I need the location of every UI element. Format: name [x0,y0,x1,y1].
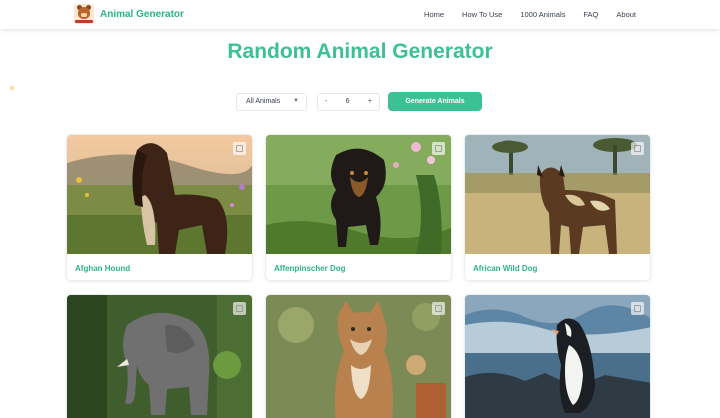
animal-photo [465,295,650,418]
category-select[interactable]: All Animals ▼ [236,92,307,111]
generator-controls: All Animals ▼ - 6 + Generate Animals [236,92,482,111]
category-select-value: All Animals [246,98,281,105]
animal-photo [465,135,650,254]
animal-photo [67,135,252,254]
animal-card[interactable]: Affenpinscher Dog [265,134,452,281]
top-navbar: Animal Generator Home How To Use 1000 An… [0,0,720,29]
nav-about[interactable]: About [616,10,636,19]
decrement-button[interactable]: - [325,98,327,105]
animal-card[interactable] [464,294,651,418]
animal-card[interactable]: African Wild Dog [464,134,651,281]
animal-name: Afghan Hound [75,264,131,273]
favorite-toggle[interactable] [233,142,246,155]
nav-1000-animals[interactable]: 1000 Animals [520,10,565,19]
animal-logo-icon [74,4,94,24]
brand-name[interactable]: Animal Generator [100,9,184,20]
favorite-toggle[interactable] [432,142,445,155]
animal-card[interactable] [66,294,253,418]
animal-name: Affenpinscher Dog [274,264,346,273]
quantity-stepper[interactable]: - 6 + [317,92,380,111]
animal-photo [266,135,451,254]
animal-card[interactable] [265,294,452,418]
favorite-toggle[interactable] [233,302,246,315]
generate-animals-button[interactable]: Generate Animals [388,92,482,111]
animal-card[interactable]: Afghan Hound [66,134,253,281]
nav-how-to-use[interactable]: How To Use [462,10,502,19]
animal-photo [266,295,451,418]
favorite-toggle[interactable] [631,302,644,315]
page-title: Random Animal Generator [227,40,493,63]
animal-photo [67,295,252,418]
favorite-toggle[interactable] [432,302,445,315]
nav-home[interactable]: Home [424,10,444,19]
quantity-value[interactable]: 6 [346,98,350,105]
nav-faq[interactable]: FAQ [583,10,598,19]
nav-links: Home How To Use 1000 Animals FAQ About [424,0,636,29]
decorative-dot [10,86,14,90]
increment-button[interactable]: + [368,98,372,105]
favorite-toggle[interactable] [631,142,644,155]
brand-link[interactable]: Animal Generator [74,4,184,24]
animal-name: African Wild Dog [473,264,538,273]
chevron-down-icon: ▼ [293,97,299,104]
